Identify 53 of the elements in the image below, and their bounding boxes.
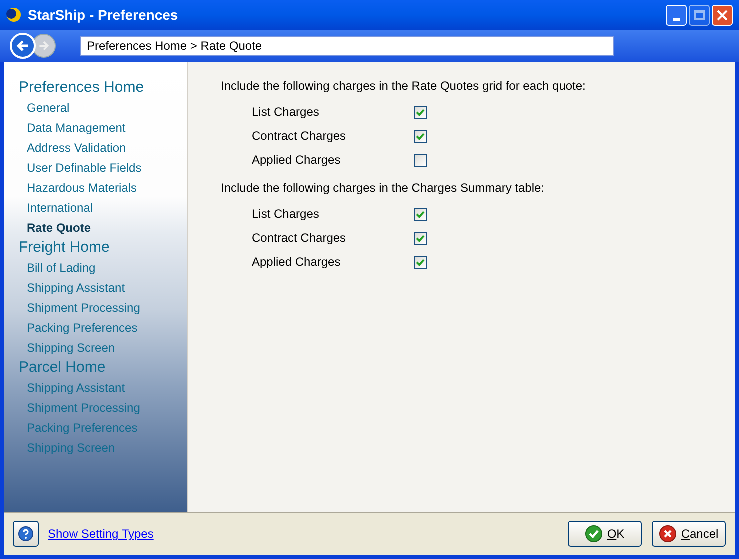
sidebar-item[interactable]: Data Management [19, 118, 126, 138]
option-label: Contract Charges [252, 230, 348, 247]
maximize-icon [694, 10, 705, 20]
checkbox[interactable] [414, 106, 427, 118]
close-icon [659, 525, 678, 543]
option-label: Applied Charges [252, 254, 342, 271]
checkmark-icon [416, 258, 425, 266]
forward-arrow-icon [38, 40, 50, 52]
checkbox[interactable] [414, 208, 427, 220]
sidebar-item[interactable]: General [19, 98, 70, 118]
sidebar-item[interactable]: International [19, 198, 94, 218]
sidebar-item[interactable]: Address Validation [19, 138, 126, 158]
checkbox[interactable] [414, 154, 427, 166]
help-icon [18, 526, 34, 542]
back-button[interactable] [10, 33, 36, 59]
window-title: StarShip - Preferences [28, 6, 180, 25]
option-label: Applied Charges [252, 152, 342, 169]
close-icon [717, 10, 728, 20]
option-label: List Charges [252, 104, 320, 121]
section-heading: Include the following charges in the Rate Quotes grid for each quote: [221, 79, 587, 94]
sidebar-item[interactable]: User Definable Fields [19, 158, 142, 178]
checkmark-icon [416, 108, 425, 116]
sidebar-heading[interactable]: Preferences Home [19, 78, 144, 98]
sidebar-item[interactable]: Bill of Lading [19, 258, 96, 278]
forward-button[interactable] [32, 34, 56, 58]
option-label: List Charges [252, 206, 320, 223]
help-button[interactable] [13, 521, 39, 547]
checkmark-icon [585, 525, 604, 543]
checkmark-icon [416, 210, 425, 218]
show-setting-types-link[interactable]: Show Setting Types [48, 525, 154, 543]
sidebar-item[interactable]: Packing Preferences [19, 318, 138, 338]
checkmark-icon [416, 234, 425, 242]
minimize-button[interactable] [666, 4, 687, 26]
sidebar-item[interactable]: Rate Quote [19, 218, 92, 238]
section-heading: Include the following charges in the Charges Summary table: [221, 181, 546, 196]
cancel-button[interactable]: Cancel [652, 521, 726, 547]
checkbox[interactable] [414, 256, 427, 268]
sidebar-heading[interactable]: Freight Home [19, 238, 110, 258]
back-arrow-icon [16, 39, 30, 53]
option-label: Contract Charges [252, 128, 348, 145]
sidebar-item[interactable]: Shipping Assistant [19, 278, 126, 298]
checkmark-icon [416, 132, 425, 140]
app-icon [6, 7, 22, 23]
breadcrumb-field[interactable]: Preferences Home > Rate Quote [80, 36, 614, 56]
checkbox[interactable] [414, 232, 427, 244]
minimize-icon [673, 18, 680, 20]
maximize-button[interactable] [689, 4, 710, 26]
checkbox[interactable] [414, 130, 427, 142]
sidebar-item[interactable]: Hazardous Materials [19, 178, 138, 198]
sidebar-item[interactable]: Shipment Processing [19, 298, 140, 318]
sidebar-item[interactable]: Shipping Screen [19, 338, 116, 358]
close-button[interactable] [712, 4, 733, 26]
ok-button[interactable]: OK [568, 521, 642, 547]
